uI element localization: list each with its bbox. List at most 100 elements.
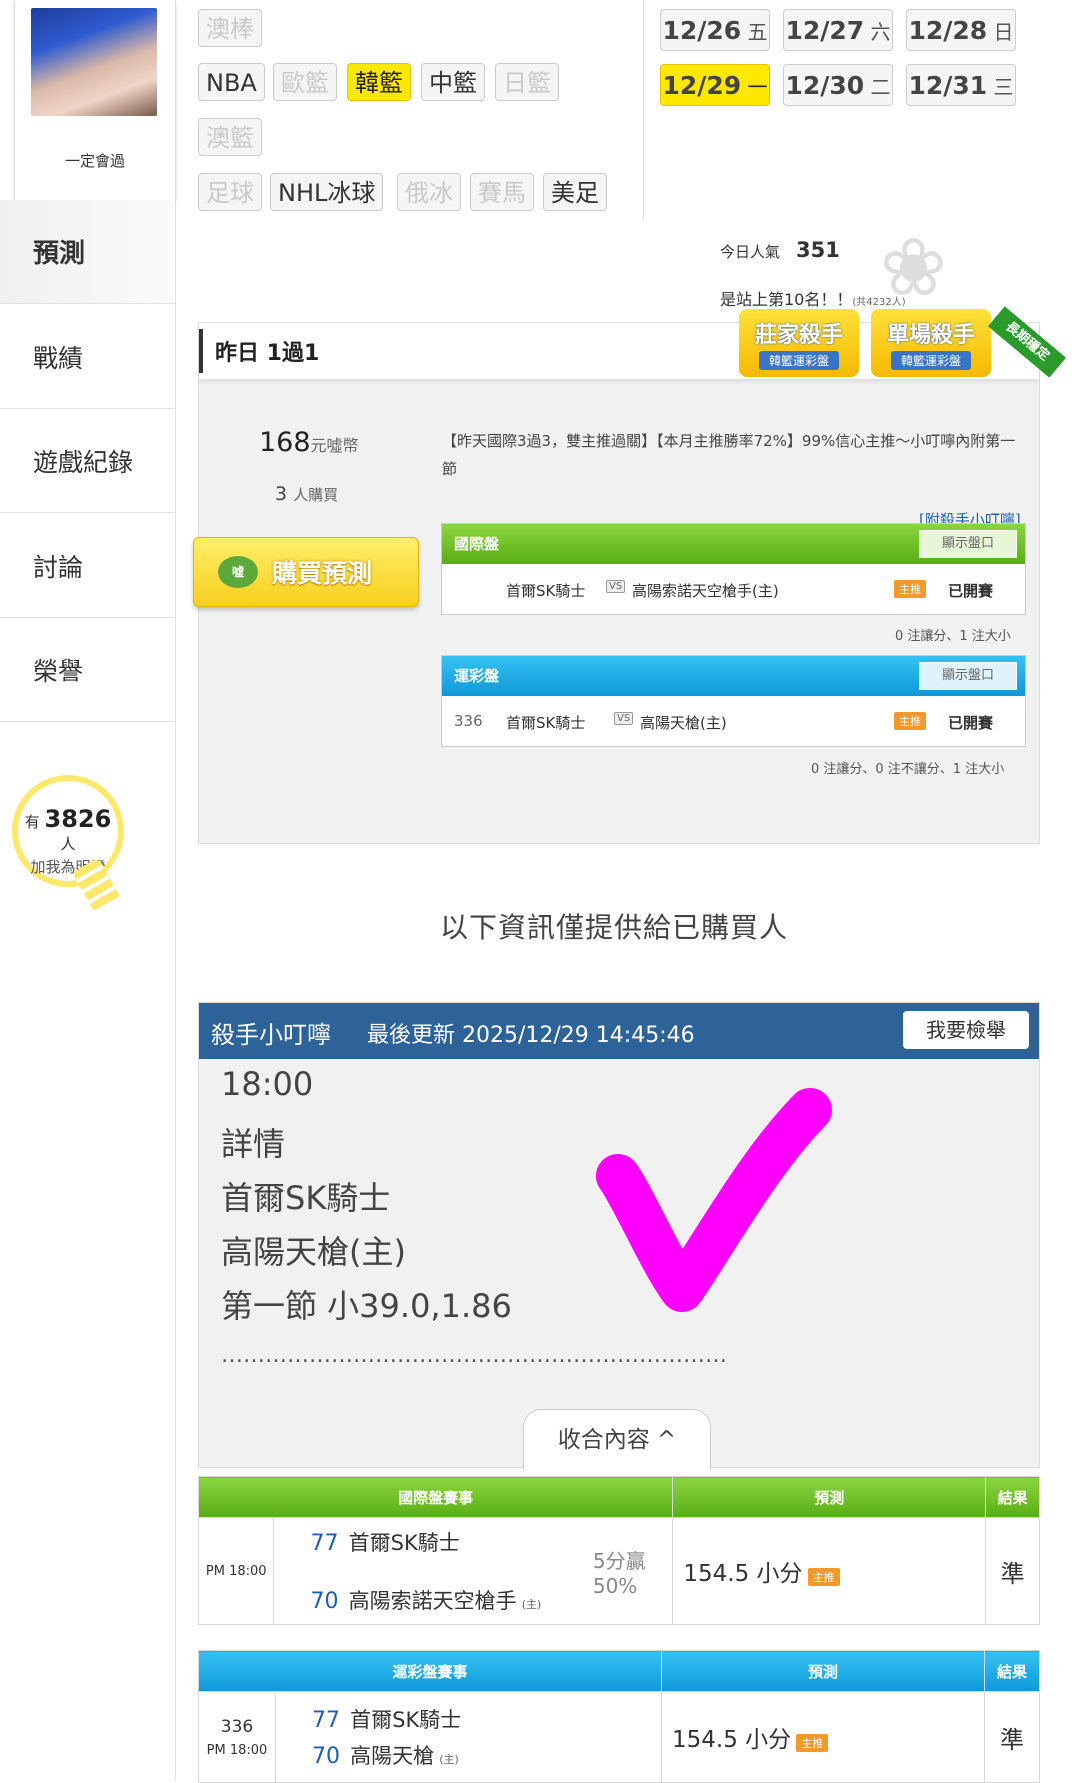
- match-row: 336 首爾SK騎士 VS 高陽天槍(主) 主推 已開賽: [442, 696, 1025, 746]
- col-intl-match: 國際盤賽事: [197, 1476, 674, 1518]
- league-tab-japan-basketball[interactable]: 日籃: [495, 63, 559, 101]
- league-tab-korea-basketball[interactable]: 韓籃: [347, 63, 411, 101]
- match-status: 已開賽: [948, 714, 994, 732]
- lottery-market-box: 運彩盤 顯示盤口 336 首爾SK騎士 VS 高陽天槍(主) 主推 已開賽: [441, 655, 1026, 747]
- league-tab-nba[interactable]: NBA: [198, 63, 265, 101]
- match-row: 首爾SK騎士 VS 高陽索諾天空槍手(主) 主推 已開賽: [442, 564, 1025, 614]
- date-dow: 六: [870, 20, 891, 44]
- date-tab-1227[interactable]: 12/27 六: [783, 9, 893, 51]
- date-md: 12/28: [908, 16, 988, 45]
- price: 168元噓幣: [259, 427, 359, 458]
- badge-sub: 韓籃運彩盤: [758, 351, 839, 370]
- prediction-cell: 154.5 小分 主推: [661, 1691, 985, 1783]
- report-button[interactable]: 我要檢舉: [903, 1011, 1029, 1049]
- league-tab-aus-basketball[interactable]: 澳籃: [198, 118, 262, 156]
- match-status: 已開賽: [948, 582, 994, 600]
- league-tab-russia-hockey[interactable]: 俄冰: [397, 173, 461, 211]
- away-team: 首爾SK騎士: [348, 1531, 460, 1555]
- detail-home: 高陽天槍(主): [221, 1233, 406, 1271]
- host-mark: (主): [439, 1753, 459, 1766]
- league-tab-horse-racing[interactable]: 賽馬: [470, 173, 534, 211]
- date-tab-1230[interactable]: 12/30 二: [783, 64, 893, 106]
- date-dow: 二: [870, 75, 891, 99]
- prediction: 154.5 小分: [672, 1727, 792, 1753]
- intl-note: 0 注讓分、1 注大小: [895, 629, 1011, 644]
- badge-sub: 韓籃運彩盤: [890, 351, 971, 370]
- popularity: 今日人氣 351: [720, 238, 840, 262]
- show-odds-button[interactable]: 顯示盤口: [919, 530, 1017, 558]
- league-tab-nhl[interactable]: NHL冰球: [270, 173, 384, 211]
- date-md: 12/30: [785, 71, 865, 100]
- table-row: 336 PM 18:00 77 首爾SK騎士 70 高陽天槍 (主) 154.5…: [198, 1691, 1040, 1783]
- nav-honor[interactable]: 榮譽: [0, 618, 175, 722]
- col-prediction: 預測: [661, 1650, 985, 1692]
- detail-header: 殺手小叮嚀 最後更新 2025/12/29 14:45:46 我要檢舉: [199, 1003, 1039, 1059]
- away-team: 首爾SK騎士: [350, 1708, 462, 1732]
- fans-count: 3826: [44, 805, 112, 833]
- table-header: 國際盤賽事 預測 結果: [197, 1476, 1040, 1518]
- main-pick-badge: 主推: [894, 580, 926, 598]
- popularity-value: 351: [796, 238, 840, 262]
- spread-pct: 50%: [592, 1573, 638, 1598]
- home-score: 70: [312, 1744, 340, 1769]
- detail-pick: 第一節 小39.0,1.86: [221, 1287, 512, 1325]
- home-score: 70: [310, 1589, 339, 1614]
- result: 準: [984, 1691, 1040, 1783]
- col-lottery-match: 運彩盤賽事: [198, 1650, 662, 1692]
- date-dow: 一: [747, 75, 768, 99]
- rank-text: 是站上第10名！！: [720, 290, 853, 309]
- home-team: 高陽索諾天空槍手: [348, 1589, 517, 1613]
- game-number: 336: [454, 712, 483, 730]
- date-dow: 日: [993, 20, 1014, 44]
- teams-cell: 77 首爾SK騎士 70 高陽天槍 (主): [275, 1691, 662, 1783]
- spread: 5分贏: [592, 1548, 646, 1573]
- follow-bulb[interactable]: 有 3826 人 加我為明燈: [12, 775, 124, 887]
- prediction: 154.5 小分: [683, 1561, 803, 1587]
- nav-record[interactable]: 戰績: [0, 305, 175, 409]
- nav-predict[interactable]: 預測: [0, 200, 175, 304]
- teams-cell: 77 首爾SK騎士 70 高陽索諾天空槍手 (主): [273, 1517, 592, 1625]
- avatar[interactable]: [31, 8, 157, 116]
- buy-prediction-button[interactable]: 噓 購買預測: [193, 537, 419, 607]
- price-value: 168: [259, 427, 311, 458]
- league-tab-soccer[interactable]: 足球: [198, 173, 262, 211]
- league-tab-china-basketball[interactable]: 中籃: [421, 63, 485, 101]
- date-md: 12/27: [785, 16, 865, 45]
- date-md: 12/31: [908, 71, 988, 100]
- buyers-unit: 人購買: [293, 486, 339, 504]
- table-row: PM 18:00 77 首爾SK騎士 70 高陽索諾天空槍手 (主) 5分贏 5…: [197, 1517, 1040, 1625]
- intl-result-table: 國際盤賽事 預測 結果 PM 18:00 77 首爾SK騎士 70 高陽索諾天空…: [197, 1476, 1040, 1625]
- prediction-panel: 昨日 1過1 莊家殺手 韓籃運彩盤 單場殺手 韓籃運彩盤 長期穩定 168元噓幣…: [193, 306, 1066, 844]
- profile-card[interactable]: 一定會過: [14, 0, 176, 201]
- date-dow: 五: [747, 20, 768, 44]
- detail-updated: 最後更新 2025/12/29 14:45:46: [367, 1023, 695, 1048]
- market-title: 運彩盤: [454, 667, 500, 685]
- date-tab-1229[interactable]: 12/29 一: [660, 64, 770, 106]
- date-tab-1226[interactable]: 12/26 五: [660, 9, 770, 51]
- price-unit: 元噓幣: [310, 436, 359, 455]
- date-tab-1228[interactable]: 12/28 日: [906, 9, 1016, 51]
- date-tab-1231[interactable]: 12/31 三: [906, 64, 1016, 106]
- result: 準: [985, 1517, 1040, 1625]
- panel-header: 昨日 1過1 莊家殺手 韓籃運彩盤 單場殺手 韓籃運彩盤 長期穩定: [199, 306, 1066, 380]
- badge-main: 莊家殺手: [754, 323, 843, 348]
- fans-prefix: 有: [24, 813, 40, 831]
- game-number: 336: [220, 1716, 254, 1737]
- divider: [643, 0, 644, 220]
- detail-away: 首爾SK騎士: [221, 1179, 391, 1217]
- league-tab-euro-basketball[interactable]: 歐籃: [273, 63, 337, 101]
- intl-market-box: 國際盤 顯示盤口 首爾SK騎士 VS 高陽索諾天空槍手(主) 主推 已開賽: [441, 523, 1026, 615]
- table-header: 運彩盤賽事 預測 結果: [198, 1650, 1040, 1692]
- league-tab-american-football[interactable]: 美足: [543, 173, 607, 211]
- nav-discussion[interactable]: 討論: [0, 514, 175, 618]
- title-bar: [199, 329, 203, 373]
- league-tab-aus-baseball[interactable]: 澳棒: [198, 9, 262, 47]
- profile-name: 一定會過: [64, 152, 125, 170]
- collapse-button[interactable]: 收合內容 ^: [523, 1409, 711, 1470]
- date-dow: 三: [993, 75, 1014, 99]
- away-team: 首爾SK騎士: [506, 714, 586, 732]
- col-prediction: 預測: [672, 1476, 987, 1518]
- spread-cell: 5分贏 50%: [591, 1517, 674, 1625]
- show-odds-button[interactable]: 顯示盤口: [919, 662, 1017, 690]
- nav-game-log[interactable]: 遊戲紀錄: [0, 409, 175, 513]
